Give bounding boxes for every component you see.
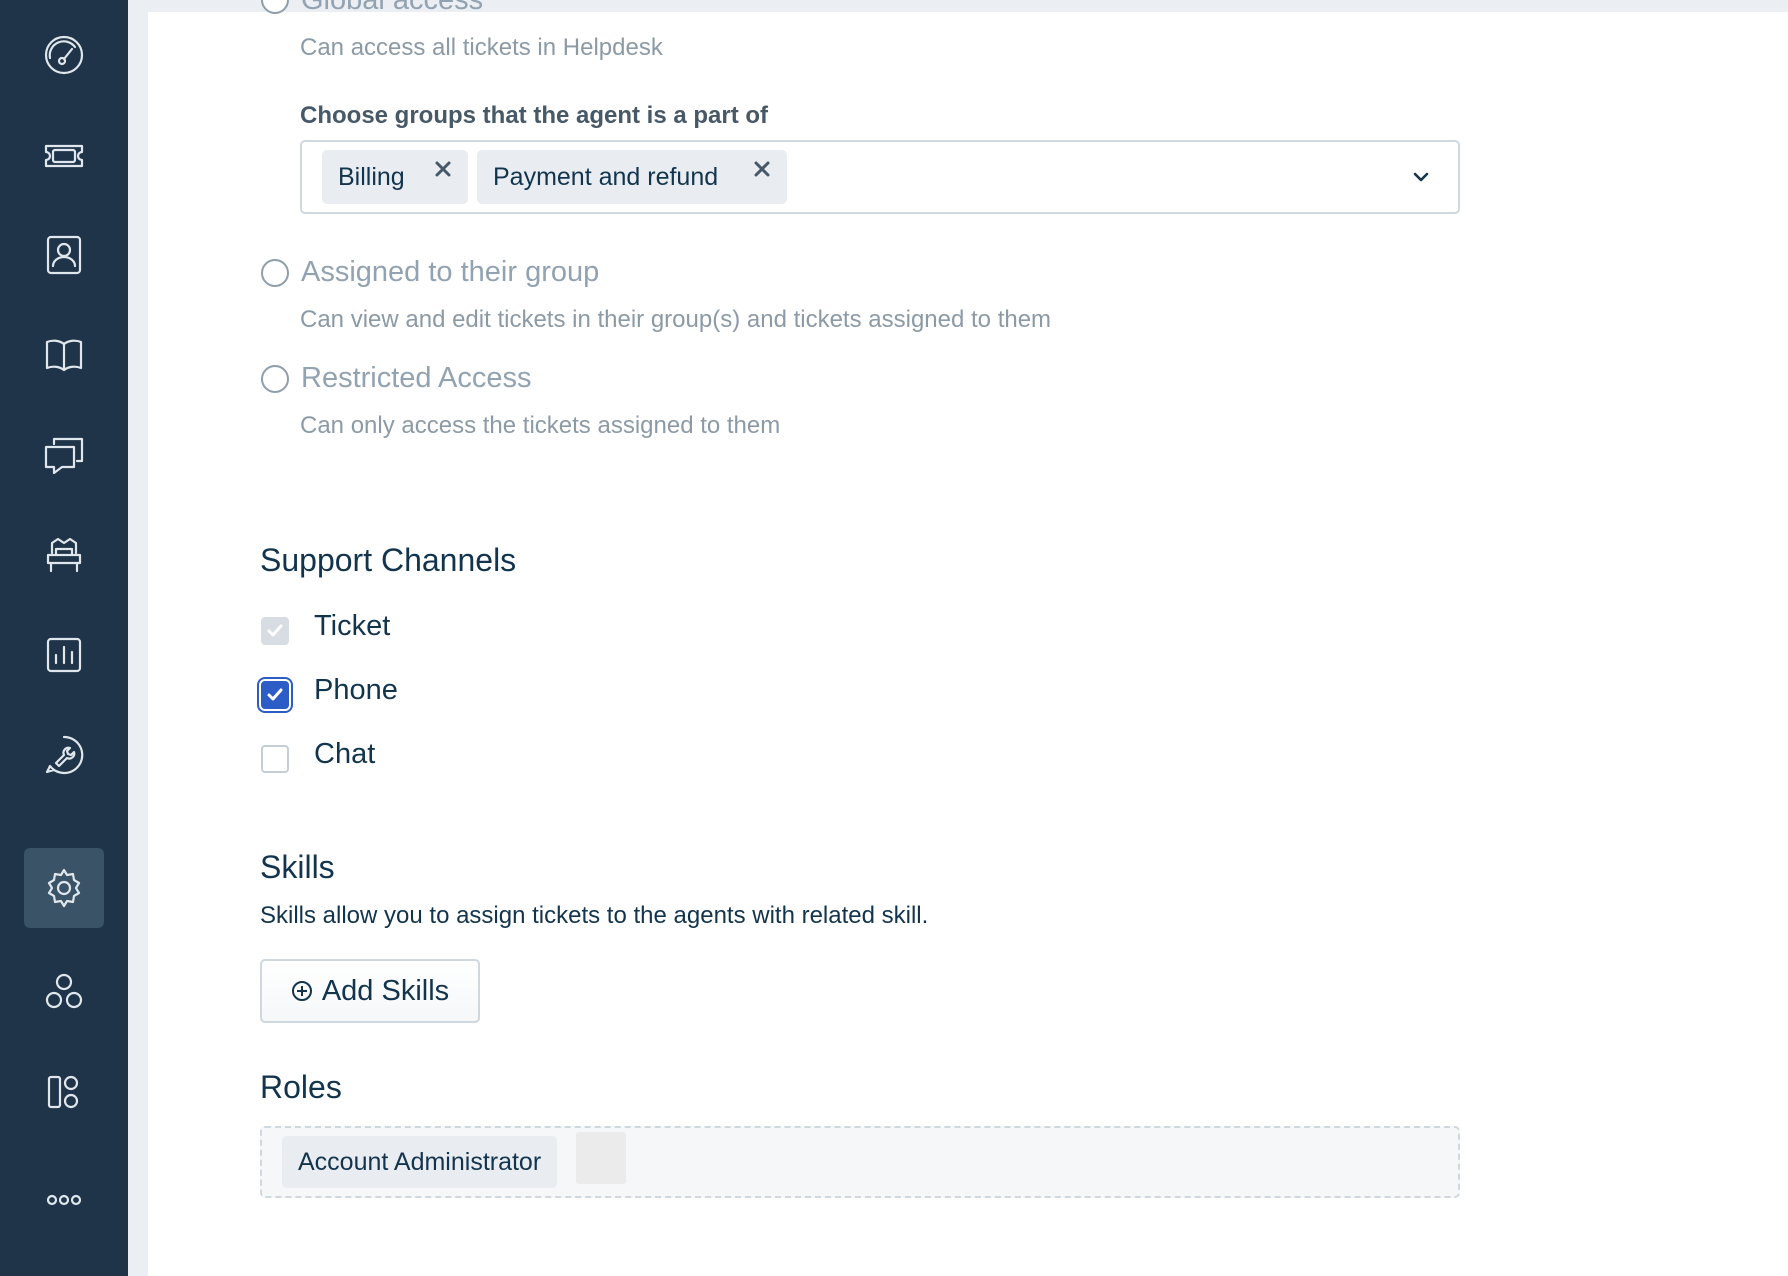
sidebar-item-more[interactable] bbox=[24, 1160, 104, 1240]
chat-channel-checkbox[interactable] bbox=[261, 745, 289, 773]
groups-multiselect[interactable]: Billing Payment and refund bbox=[300, 140, 1460, 214]
more-dots-icon bbox=[46, 1194, 82, 1206]
ticket-channel-label: Ticket bbox=[314, 610, 391, 642]
roles-search-input[interactable] bbox=[576, 1132, 626, 1184]
admin-wrench-icon bbox=[45, 735, 84, 775]
group-chip-label: Payment and refund bbox=[493, 162, 719, 191]
plus-circle-icon bbox=[291, 981, 312, 1001]
phone-channel-checkbox[interactable] bbox=[261, 681, 289, 709]
role-chip-label: Account Administrator bbox=[298, 1147, 542, 1176]
global-access-description: Can access all tickets in Helpdesk bbox=[300, 34, 663, 61]
apps-hexagon-icon bbox=[45, 973, 83, 1009]
global-access-radio[interactable] bbox=[261, 0, 289, 14]
assigned-to-group-description: Can view and edit tickets in their group… bbox=[300, 306, 1052, 333]
reports-icon bbox=[46, 637, 82, 673]
remove-payment-and-refund-close-icon[interactable] bbox=[752, 159, 772, 179]
support-channels-heading: Support Channels bbox=[260, 542, 517, 578]
sidebar-item-solutions[interactable] bbox=[24, 315, 104, 395]
restricted-access-radio[interactable] bbox=[261, 365, 289, 393]
settings-gear-icon bbox=[47, 868, 81, 908]
groups-label: Choose groups that the agent is a part o… bbox=[300, 102, 769, 129]
sidebar-item-social[interactable] bbox=[24, 515, 104, 595]
add-skills-label: Add Skills bbox=[321, 974, 450, 1007]
check-icon bbox=[267, 624, 283, 637]
discussions-icon bbox=[44, 437, 84, 475]
sidebar bbox=[0, 0, 128, 1276]
sidebar-item-dashboard[interactable] bbox=[24, 15, 104, 95]
sidebar-item-reports[interactable] bbox=[24, 615, 104, 695]
sidebar-item-tickets[interactable] bbox=[24, 115, 104, 195]
assigned-to-group-title: Assigned to their group bbox=[301, 256, 600, 288]
tickets-icon bbox=[44, 144, 84, 168]
roles-multiselect[interactable]: Account Administrator bbox=[260, 1126, 1460, 1198]
sidebar-item-settings[interactable] bbox=[24, 848, 104, 928]
restricted-access-title: Restricted Access bbox=[301, 362, 532, 394]
sidebar-item-contacts[interactable] bbox=[24, 215, 104, 295]
skills-heading: Skills bbox=[260, 849, 335, 885]
ticket-channel-checkbox[interactable] bbox=[261, 617, 289, 645]
group-chip-payment-and-refund: Payment and refund bbox=[477, 150, 787, 204]
social-chair-icon bbox=[46, 537, 82, 573]
contacts-icon bbox=[46, 235, 82, 275]
check-icon bbox=[267, 688, 283, 701]
group-chip-label: Billing bbox=[338, 162, 405, 191]
phone-channel-label: Phone bbox=[314, 674, 398, 706]
marketplace-grid-icon bbox=[47, 1075, 79, 1109]
solutions-book-icon bbox=[45, 339, 83, 372]
roles-heading: Roles bbox=[260, 1069, 342, 1105]
sidebar-item-discussions[interactable] bbox=[24, 415, 104, 495]
agent-form: Global access Can access all tickets in … bbox=[148, 0, 1788, 1276]
sidebar-item-apps[interactable] bbox=[24, 952, 104, 1032]
chevron-down-icon[interactable] bbox=[1412, 168, 1430, 186]
skills-description: Skills allow you to assign tickets to th… bbox=[260, 902, 929, 929]
sidebar-item-admin[interactable] bbox=[24, 715, 104, 795]
dashboard-icon bbox=[44, 35, 84, 75]
remove-billing-close-icon[interactable] bbox=[433, 159, 453, 179]
chat-channel-label: Chat bbox=[314, 738, 376, 770]
global-access-title: Global access bbox=[301, 0, 484, 16]
role-chip-account-administrator: Account Administrator bbox=[282, 1136, 558, 1188]
assigned-to-group-radio[interactable] bbox=[261, 259, 289, 287]
restricted-access-description: Can only access the tickets assigned to … bbox=[300, 412, 781, 439]
add-skills-button[interactable]: Add Skills bbox=[260, 959, 480, 1023]
sidebar-item-marketplace[interactable] bbox=[24, 1052, 104, 1132]
